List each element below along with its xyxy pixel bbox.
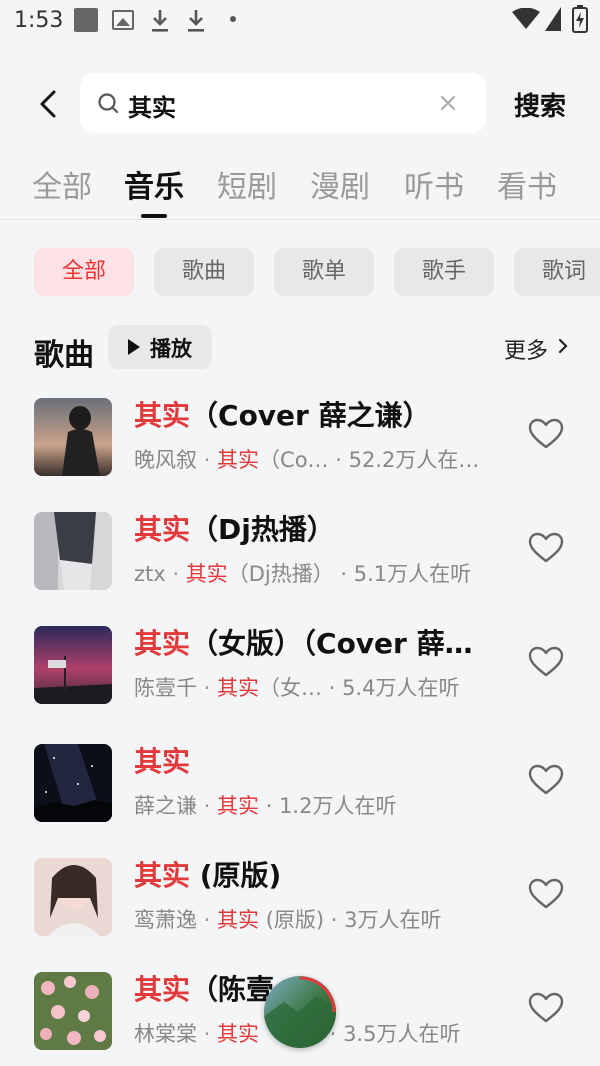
active-tab-indicator xyxy=(141,214,167,218)
tab-music[interactable]: 音乐 xyxy=(124,162,184,206)
chip-playlists[interactable]: 歌单 xyxy=(274,248,374,296)
battery-charging-icon xyxy=(572,5,588,33)
tab-short-drama[interactable]: 短剧 xyxy=(217,162,277,206)
tab-ebook[interactable]: 看书 xyxy=(497,162,557,206)
song-title: 其实（女版）（Cover 薛… xyxy=(134,627,473,660)
song-meta: 薛之谦 · 其实 · 1.2万人在听 xyxy=(134,794,397,818)
heart-icon[interactable] xyxy=(528,646,564,678)
chip-artists[interactable]: 歌手 xyxy=(394,248,494,296)
search-button[interactable]: 搜索 xyxy=(514,86,566,123)
song-title: 其实（Dj热播） xyxy=(134,513,335,546)
song-row[interactable]: 其实 (原版) 鸾萧逸 · 其实 (原版) · 3万人在听 xyxy=(0,858,600,970)
song-meta: 陈壹千 · 其实（女… · 5.4万人在听 xyxy=(134,676,460,700)
tab-all[interactable]: 全部 xyxy=(32,162,92,206)
song-meta: 晚风叙 · 其实（Co… · 52.2万人在… xyxy=(134,448,480,472)
more-link[interactable]: 更多 xyxy=(504,333,548,365)
heart-icon[interactable] xyxy=(528,764,564,796)
song-cover-image xyxy=(34,744,112,822)
song-meta: 鸾萧逸 · 其实 (原版) · 3万人在听 xyxy=(134,908,442,932)
search-query-text: 其实 xyxy=(128,94,176,122)
download-icon xyxy=(152,10,168,32)
song-title: 其实（Cover 薛之谦） xyxy=(134,399,431,432)
heart-icon[interactable] xyxy=(528,532,564,564)
signal-icon xyxy=(545,7,561,31)
song-row[interactable]: 其实（Cover 薛之谦） 晚风叙 · 其实（Co… · 52.2万人在… xyxy=(0,398,600,510)
search-input[interactable]: 其实 xyxy=(80,73,486,133)
category-tabs: 全部 音乐 短剧 漫剧 听书 看书 xyxy=(0,150,600,220)
heart-icon[interactable] xyxy=(528,418,564,450)
song-row[interactable]: 其实（Dj热播） ztx · 其实（Dj热播） · 5.1万人在听 xyxy=(0,512,600,624)
wifi-icon xyxy=(512,8,540,29)
tab-comic-drama[interactable]: 漫剧 xyxy=(310,162,370,206)
chip-lyrics[interactable]: 歌词 xyxy=(514,248,600,296)
play-all-button[interactable]: 播放 xyxy=(108,325,212,369)
song-cover-image xyxy=(34,512,112,590)
tab-audiobook[interactable]: 听书 xyxy=(404,162,464,206)
download-icon xyxy=(188,10,204,32)
status-time: 1:53 xyxy=(14,8,64,33)
song-cover-image xyxy=(34,626,112,704)
section-title: 歌曲 xyxy=(34,338,94,373)
song-cover-image xyxy=(34,858,112,936)
image-icon xyxy=(112,10,134,30)
song-cover-image xyxy=(34,972,112,1050)
status-bar: 1:53 xyxy=(0,0,600,44)
search-icon xyxy=(98,93,119,114)
back-button[interactable] xyxy=(30,84,70,124)
song-title: 其实 (原版) xyxy=(134,859,282,892)
chevron-right-icon xyxy=(558,338,568,354)
heart-icon[interactable] xyxy=(528,878,564,910)
chip-songs[interactable]: 歌曲 xyxy=(154,248,254,296)
play-label: 播放 xyxy=(150,337,192,361)
clear-icon[interactable] xyxy=(436,91,460,115)
song-meta: ztx · 其实（Dj热播） · 5.1万人在听 xyxy=(134,562,472,586)
song-cover-image xyxy=(34,398,112,476)
song-title: 其实 xyxy=(134,745,191,778)
heart-icon[interactable] xyxy=(528,992,564,1024)
chip-all[interactable]: 全部 xyxy=(34,248,134,296)
notification-square-icon xyxy=(74,8,98,32)
song-row[interactable]: 其实（女版）（Cover 薛… 陈壹千 · 其实（女… · 5.4万人在听 xyxy=(0,626,600,738)
more-notifications-dot xyxy=(230,16,236,22)
play-icon xyxy=(128,339,140,355)
playback-progress-ring xyxy=(299,976,336,1013)
song-row[interactable]: 其实 薛之谦 · 其实 · 1.2万人在听 xyxy=(0,744,600,856)
